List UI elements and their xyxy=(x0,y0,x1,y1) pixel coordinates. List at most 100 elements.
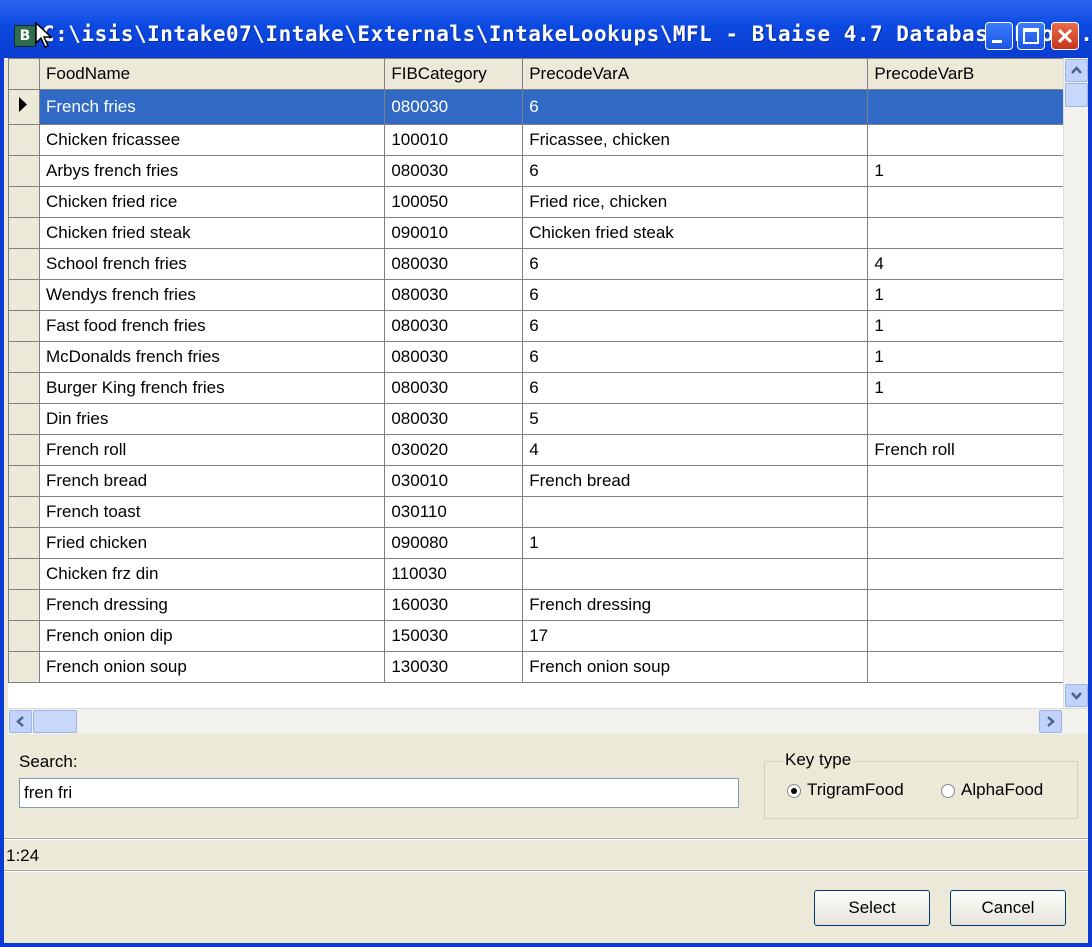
table-cell[interactable] xyxy=(867,651,1088,683)
table-cell[interactable]: 1 xyxy=(867,372,1088,404)
table-row[interactable]: McDonalds french fries 080030 6 1 xyxy=(8,341,1088,373)
column-header-precodevara[interactable]: PrecodeVarA xyxy=(522,58,869,90)
row-indicator[interactable] xyxy=(8,527,40,559)
radio-alphafood-label[interactable]: AlphaFood xyxy=(961,780,1043,800)
table-cell[interactable]: 6 xyxy=(522,372,869,404)
row-indicator[interactable] xyxy=(8,403,40,435)
table-cell[interactable] xyxy=(867,620,1088,652)
table-cell[interactable] xyxy=(867,124,1088,156)
table-cell[interactable]: 080030 xyxy=(384,310,524,342)
data-grid[interactable]: FoodName FIBCategory PrecodeVarA Precode… xyxy=(8,58,1088,734)
table-cell[interactable] xyxy=(522,496,869,528)
table-cell[interactable]: School french fries xyxy=(38,248,386,280)
table-cell[interactable]: French dressing xyxy=(522,589,869,621)
table-cell[interactable]: Chicken fried steak xyxy=(522,217,869,249)
table-row[interactable]: Chicken fried steak 090010 Chicken fried s… xyxy=(8,217,1088,249)
table-cell[interactable]: Fried chicken xyxy=(38,527,386,559)
table-cell[interactable]: French toast xyxy=(38,496,386,528)
table-cell[interactable]: Chicken fricassee xyxy=(38,124,386,156)
horizontal-scroll-thumb[interactable] xyxy=(33,710,77,733)
table-cell[interactable]: 110030 xyxy=(384,558,524,590)
select-button[interactable]: Select xyxy=(814,890,930,926)
table-cell[interactable]: 6 xyxy=(522,248,869,280)
table-cell[interactable]: 080030 xyxy=(384,89,524,125)
table-cell[interactable]: Fast food french fries xyxy=(38,310,386,342)
row-indicator[interactable] xyxy=(8,155,40,187)
table-cell[interactable]: 4 xyxy=(522,434,869,466)
table-cell[interactable]: French onion dip xyxy=(38,620,386,652)
table-row[interactable]: French onion dip 150030 17 xyxy=(8,620,1088,652)
table-row[interactable]: Chicken fried rice 100050 Fried rice, chic… xyxy=(8,186,1088,218)
scroll-left-button[interactable] xyxy=(9,710,32,733)
table-cell[interactable]: 100010 xyxy=(384,124,524,156)
row-indicator[interactable] xyxy=(8,496,40,528)
table-cell[interactable]: 6 xyxy=(522,310,869,342)
table-cell[interactable]: 1 xyxy=(867,155,1088,187)
table-row[interactable]: Chicken fricassee 100010 Fricassee, chicke… xyxy=(8,124,1088,156)
scroll-down-button[interactable] xyxy=(1065,684,1088,707)
table-cell[interactable]: 030010 xyxy=(384,465,524,497)
table-cell[interactable]: French bread xyxy=(38,465,386,497)
vertical-scroll-thumb[interactable] xyxy=(1065,83,1088,107)
table-cell[interactable]: 1 xyxy=(867,341,1088,373)
table-cell[interactable]: 080030 xyxy=(384,279,524,311)
table-cell[interactable]: 17 xyxy=(522,620,869,652)
table-cell[interactable]: 1 xyxy=(522,527,869,559)
table-cell[interactable]: Din fries xyxy=(38,403,386,435)
table-cell[interactable]: Wendys french fries xyxy=(38,279,386,311)
table-cell[interactable]: 1 xyxy=(867,310,1088,342)
table-row[interactable]: Fast food french fries 080030 6 1 xyxy=(8,310,1088,342)
table-cell[interactable]: French roll xyxy=(38,434,386,466)
search-input[interactable] xyxy=(19,778,739,808)
column-header-foodname[interactable]: FoodName xyxy=(38,58,386,90)
table-cell[interactable]: Chicken frz din xyxy=(38,558,386,590)
row-indicator[interactable] xyxy=(8,651,40,683)
table-cell[interactable]: McDonalds french fries xyxy=(38,341,386,373)
table-row[interactable]: Fried chicken 090080 1 xyxy=(8,527,1088,559)
column-header-fibcategory[interactable]: FIBCategory xyxy=(384,58,524,90)
table-cell[interactable]: French dressing xyxy=(38,589,386,621)
radio-trigramfood-label[interactable]: TrigramFood xyxy=(807,780,904,800)
cancel-button[interactable]: Cancel xyxy=(950,890,1066,926)
table-cell[interactable]: 030020 xyxy=(384,434,524,466)
table-cell[interactable]: French bread xyxy=(522,465,869,497)
table-row[interactable]: School french fries 080030 6 4 xyxy=(8,248,1088,280)
table-row[interactable]: Din fries 080030 5 xyxy=(8,403,1088,435)
title-bar[interactable]: B C:\isis\Intake07\Intake\Externals\Inta… xyxy=(0,0,1092,58)
table-cell[interactable] xyxy=(867,558,1088,590)
table-cell[interactable]: 130030 xyxy=(384,651,524,683)
row-indicator[interactable] xyxy=(8,341,40,373)
radio-trigramfood[interactable] xyxy=(787,784,801,798)
table-cell[interactable]: French roll xyxy=(867,434,1088,466)
table-row[interactable]: French toast 030110 xyxy=(8,496,1088,528)
table-cell[interactable] xyxy=(867,527,1088,559)
row-indicator[interactable] xyxy=(8,434,40,466)
minimize-button[interactable] xyxy=(985,22,1013,50)
table-cell[interactable] xyxy=(867,403,1088,435)
row-indicator[interactable] xyxy=(8,310,40,342)
table-row[interactable]: French roll 030020 4 French roll xyxy=(8,434,1088,466)
table-cell[interactable]: 4 xyxy=(867,248,1088,280)
table-cell[interactable]: 080030 xyxy=(384,155,524,187)
table-row[interactable]: Wendys french fries 080030 6 1 xyxy=(8,279,1088,311)
column-header-precodevarb[interactable]: PrecodeVarB xyxy=(867,58,1088,90)
table-cell[interactable]: Chicken fried steak xyxy=(38,217,386,249)
row-indicator[interactable] xyxy=(8,558,40,590)
table-cell[interactable] xyxy=(867,465,1088,497)
row-indicator[interactable] xyxy=(8,186,40,218)
table-row[interactable]: Burger King french fries 080030 6 1 xyxy=(8,372,1088,404)
table-row[interactable]: French onion soup 130030 French onion soup xyxy=(8,651,1088,683)
table-cell[interactable] xyxy=(867,496,1088,528)
table-cell[interactable]: 1 xyxy=(867,279,1088,311)
table-cell[interactable]: Arbys french fries xyxy=(38,155,386,187)
table-cell[interactable]: 100050 xyxy=(384,186,524,218)
table-cell[interactable]: Fried rice, chicken xyxy=(522,186,869,218)
table-cell[interactable] xyxy=(522,558,869,590)
app-icon[interactable]: B xyxy=(14,25,36,47)
table-cell[interactable]: 160030 xyxy=(384,589,524,621)
table-row[interactable]: French dressing 160030 French dressing xyxy=(8,589,1088,621)
table-cell[interactable]: 090010 xyxy=(384,217,524,249)
row-indicator[interactable] xyxy=(8,465,40,497)
table-cell[interactable] xyxy=(867,186,1088,218)
row-indicator[interactable] xyxy=(8,89,40,125)
